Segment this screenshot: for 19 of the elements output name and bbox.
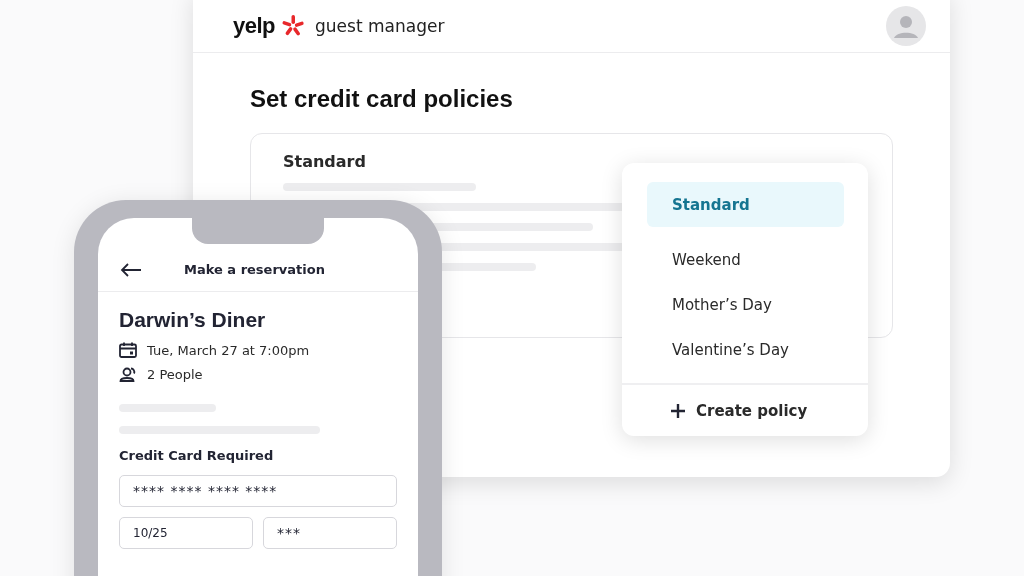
create-policy-button[interactable]: Create policy: [670, 401, 808, 420]
card-number-field[interactable]: **** **** **** ****: [119, 475, 397, 507]
back-arrow-icon[interactable]: [120, 262, 142, 277]
burst-logo-icon: [281, 14, 306, 38]
logo-text: yelp: [233, 13, 276, 39]
plus-icon: [670, 402, 686, 419]
page-title: Set credit card policies: [250, 85, 514, 113]
expiry-field[interactable]: 10/25: [119, 517, 253, 549]
people-icon: [119, 366, 137, 382]
cvv-field[interactable]: ***: [263, 517, 397, 549]
calendar-icon: [119, 342, 137, 358]
section-label: Credit Card Required: [119, 448, 275, 463]
reservation-date: Tue, March 27 at 7:00pm: [147, 342, 310, 358]
product-name: guest manager: [315, 16, 445, 36]
menu-option[interactable]: Mother’s Day: [647, 282, 844, 327]
menu-option[interactable]: Weekend: [647, 237, 844, 282]
party-size: 2 People: [147, 366, 203, 382]
policy-value: Standard: [283, 152, 367, 171]
menu-option[interactable]: Standard: [647, 182, 844, 227]
